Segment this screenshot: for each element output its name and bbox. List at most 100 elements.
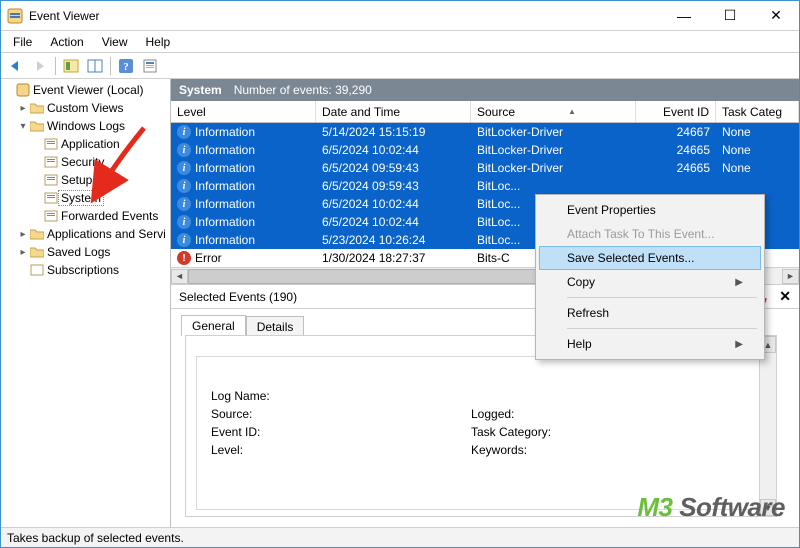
cell-source: BitLocker-Driver [471, 143, 636, 157]
sort-caret-icon: ▲ [568, 107, 576, 116]
details-vscroll[interactable]: ▲ ▼ [759, 336, 776, 516]
close-button[interactable]: ✕ [753, 1, 799, 30]
cell-taskcat: None [716, 143, 799, 157]
ctx-help[interactable]: Help▶ [539, 332, 761, 356]
label-task-cat: Task Category: [471, 425, 581, 439]
hscroll-right[interactable]: ► [782, 269, 799, 284]
pane-count: Number of events: 39,290 [234, 83, 372, 97]
cell-level: Information [195, 197, 255, 211]
panels-button[interactable] [84, 55, 106, 77]
submenu-arrow-icon: ▶ [735, 277, 743, 288]
menu-file[interactable]: File [5, 33, 40, 51]
window-title: Event Viewer [29, 9, 661, 23]
ctx-copy[interactable]: Copy▶ [539, 270, 761, 294]
cell-eventid: 24665 [636, 161, 716, 175]
hscroll-left[interactable]: ◄ [171, 269, 188, 284]
event-viewer-window: Event Viewer — ☐ ✕ File Action View Help… [0, 0, 800, 548]
ctx-save-selected-events[interactable]: Save Selected Events... [539, 246, 761, 270]
tree-forwarded[interactable]: Forwarded Events [31, 207, 168, 225]
svg-text:?: ? [123, 61, 129, 73]
help-button[interactable]: ? [115, 55, 137, 77]
label-source: Source: [211, 407, 301, 421]
app-icon [7, 8, 23, 24]
pane-close-button[interactable]: ✕ [779, 288, 791, 305]
folder-icon [29, 228, 45, 240]
label-keywords: Keywords: [471, 443, 581, 457]
col-source[interactable]: Source▲ [471, 101, 636, 122]
tree-root[interactable]: Event Viewer (Local) [3, 81, 168, 99]
tree-application[interactable]: Application [31, 135, 168, 153]
event-row[interactable]: iInformation6/5/2024 09:59:43BitLoc... [171, 177, 799, 195]
list-header: Level Date and Time Source▲ Event ID Tas… [171, 101, 799, 123]
context-menu: Event PropertiesAttach Task To This Even… [535, 194, 765, 360]
cell-datetime: 6/5/2024 10:02:44 [316, 215, 471, 229]
cell-datetime: 1/30/2024 18:27:37 [316, 251, 471, 265]
cell-datetime: 6/5/2024 09:59:43 [316, 161, 471, 175]
event-row[interactable]: iInformation5/14/2024 15:15:19BitLocker-… [171, 123, 799, 141]
log-icon [43, 192, 59, 204]
ctx-event-properties[interactable]: Event Properties [539, 198, 761, 222]
show-tree-button[interactable] [60, 55, 82, 77]
watermark: M3 Software [637, 492, 785, 523]
label-event-id: Event ID: [211, 425, 301, 439]
error-icon: ! [177, 251, 191, 265]
menu-view[interactable]: View [94, 33, 136, 51]
submenu-arrow-icon: ▶ [735, 339, 743, 350]
folder-open-icon [29, 120, 45, 132]
info-icon: i [177, 143, 191, 157]
cell-level: Information [195, 125, 255, 139]
col-taskcat[interactable]: Task Categ [716, 101, 799, 122]
label-log-name: Log Name: [211, 389, 301, 403]
cell-datetime: 6/5/2024 09:59:43 [316, 179, 471, 193]
cell-taskcat: None [716, 161, 799, 175]
maximize-button[interactable]: ☐ [707, 1, 753, 30]
minimize-button[interactable]: — [661, 1, 707, 30]
cell-eventid: 24667 [636, 125, 716, 139]
tab-details[interactable]: Details [246, 316, 305, 337]
log-icon [43, 210, 59, 222]
cell-level: Information [195, 143, 255, 157]
event-row[interactable]: iInformation6/5/2024 09:59:43BitLocker-D… [171, 159, 799, 177]
event-viewer-icon [15, 83, 31, 97]
info-icon: i [177, 179, 191, 193]
col-datetime[interactable]: Date and Time [316, 101, 471, 122]
cell-level: Information [195, 215, 255, 229]
info-icon: i [177, 161, 191, 175]
tree-system[interactable]: System [31, 189, 168, 207]
col-level[interactable]: Level [171, 101, 316, 122]
properties-button[interactable] [139, 55, 161, 77]
cell-datetime: 5/23/2024 10:26:24 [316, 233, 471, 247]
tab-general[interactable]: General [181, 315, 246, 336]
watermark-sw: Software [679, 492, 785, 522]
info-icon: i [177, 125, 191, 139]
cell-level: Information [195, 161, 255, 175]
folder-icon [29, 102, 45, 114]
info-icon: i [177, 197, 191, 211]
pane-title-name: System [179, 83, 222, 97]
label-logged: Logged: [471, 407, 581, 421]
details-panel: Log Name: Source: Logged: Event ID: Task… [185, 335, 777, 517]
status-text: Takes backup of selected events. [7, 531, 184, 545]
selected-events-title: Selected Events (190) [179, 290, 297, 304]
tree-custom-views[interactable]: ▸Custom Views [17, 99, 168, 117]
ctx-refresh[interactable]: Refresh [539, 301, 761, 325]
watermark-m3: M3 [637, 492, 672, 522]
tree-subscriptions[interactable]: Subscriptions [17, 261, 168, 279]
info-icon: i [177, 215, 191, 229]
menu-action[interactable]: Action [42, 33, 91, 51]
menu-help[interactable]: Help [138, 33, 179, 51]
forward-button[interactable] [29, 55, 51, 77]
tree-security[interactable]: Security [31, 153, 168, 171]
tree-saved-logs[interactable]: ▸Saved Logs [17, 243, 168, 261]
ctx-attach-task-to-this-event: Attach Task To This Event... [539, 222, 761, 246]
event-row[interactable]: iInformation6/5/2024 10:02:44BitLocker-D… [171, 141, 799, 159]
tree-setup[interactable]: Setup [31, 171, 168, 189]
back-button[interactable] [5, 55, 27, 77]
statusbar: Takes backup of selected events. [1, 527, 799, 547]
col-eventid[interactable]: Event ID [636, 101, 716, 122]
tree-apps-services[interactable]: ▸Applications and Servi [17, 225, 168, 243]
tree-windows-logs[interactable]: ▾Windows Logs [17, 117, 168, 135]
tree-pane: Event Viewer (Local) ▸Custom Views ▾Wind… [1, 79, 171, 527]
log-icon [43, 138, 59, 150]
info-icon: i [177, 233, 191, 247]
